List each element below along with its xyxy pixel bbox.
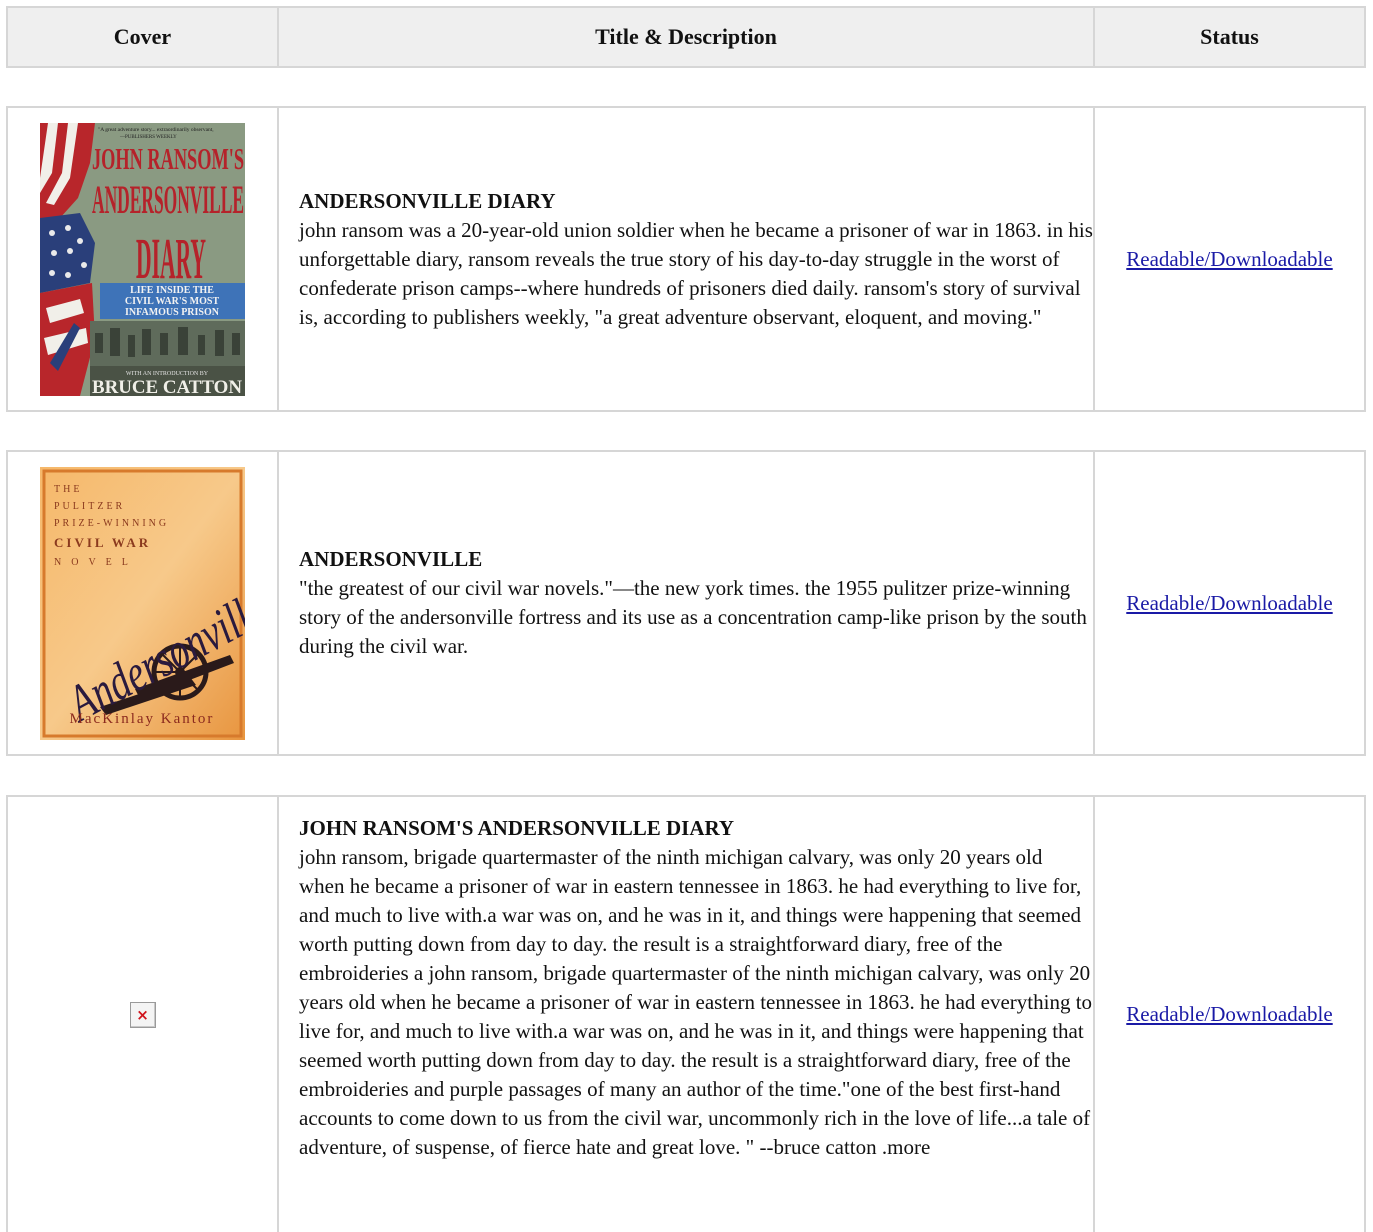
- book-description: john ransom, brigade quartermaster of th…: [299, 845, 1093, 1159]
- header-status: Status: [1200, 24, 1259, 49]
- cover-line-prize: PRIZE-WINNING: [54, 518, 169, 529]
- table-row: THE PULITZER PRIZE-WINNING CIVIL WAR NOV…: [6, 450, 1366, 756]
- book-entry: ANDERSONVILLE DIARY john ransom was a 20…: [279, 187, 1093, 332]
- cover-line-the: THE: [54, 484, 82, 495]
- status-cell: Readable/Downloadable: [1095, 452, 1364, 754]
- cover-line-civil-war: CIVIL WAR: [54, 535, 151, 550]
- title-description-cell: ANDERSONVILLE "the greatest of our civil…: [279, 452, 1095, 754]
- book-entry: JOHN RANSOM'S ANDERSONVILLE DIARY john r…: [279, 797, 1093, 1162]
- status-cell: Readable/Downloadable: [1095, 108, 1364, 410]
- cover-title-line-2: ANDERSONVILLE: [92, 177, 244, 222]
- book-description: john ransom was a 20-year-old union sold…: [299, 217, 1093, 329]
- cover-cell: ×: [8, 797, 279, 1232]
- cover-subtitle-3: INFAMOUS PRISON: [125, 307, 220, 318]
- broken-image-icon: ×: [129, 1001, 156, 1028]
- table-row: × JOHN RANSOM'S ANDERSONVILLE DIARY john…: [6, 795, 1366, 1232]
- svg-text:—PUBLISHERS WEEKLY: —PUBLISHERS WEEKLY: [119, 135, 177, 140]
- cover-line-novel: NOVEL: [54, 557, 138, 568]
- table-header: Cover Title & Description Status: [6, 6, 1366, 68]
- status-cell: Readable/Downloadable: [1095, 797, 1364, 1232]
- status-link[interactable]: Readable/Downloadable: [1126, 1002, 1332, 1027]
- title-description-cell: ANDERSONVILLE DIARY john ransom was a 20…: [279, 108, 1095, 410]
- header-title-description: Title & Description: [279, 8, 1095, 66]
- cover-author: BRUCE CATTON: [92, 377, 242, 396]
- book-description: "the greatest of our civil war novels."—…: [299, 576, 1087, 658]
- book-title: ANDERSONVILLE: [299, 547, 483, 571]
- cover-author: MacKinlay Kantor: [70, 711, 215, 727]
- cover-subtitle-1: LIFE INSIDE THE: [130, 285, 214, 296]
- status-link[interactable]: Readable/Downloadable: [1126, 591, 1332, 616]
- book-title: JOHN RANSOM'S ANDERSONVILLE DIARY: [299, 816, 735, 840]
- header-cover: Cover: [8, 8, 279, 66]
- cover-subtitle-2: CIVIL WAR'S MOST: [125, 296, 220, 307]
- cover-title-line-1: JOHN RANSOM'S: [92, 141, 244, 176]
- book-title: ANDERSONVILLE DIARY: [299, 188, 556, 213]
- cover-line-pulitzer: PULITZER: [54, 501, 125, 512]
- book-entry: ANDERSONVILLE "the greatest of our civil…: [279, 545, 1093, 661]
- cover-cell: THE PULITZER PRIZE-WINNING CIVIL WAR NOV…: [8, 452, 279, 754]
- cover-cell: "A great adventure story... extraordinar…: [8, 108, 279, 410]
- book-cover-andersonville[interactable]: THE PULITZER PRIZE-WINNING CIVIL WAR NOV…: [40, 466, 245, 740]
- book-cover-andersonville-diary[interactable]: "A great adventure story... extraordinar…: [40, 122, 245, 396]
- status-link[interactable]: Readable/Downloadable: [1126, 247, 1332, 272]
- table-row: "A great adventure story... extraordinar…: [6, 106, 1366, 412]
- cover-title-line-3: DIARY: [136, 226, 206, 291]
- svg-text:"A great adventure story... ex: "A great adventure story... extraordinar…: [98, 127, 214, 133]
- title-description-cell: JOHN RANSOM'S ANDERSONVILLE DIARY john r…: [279, 797, 1095, 1232]
